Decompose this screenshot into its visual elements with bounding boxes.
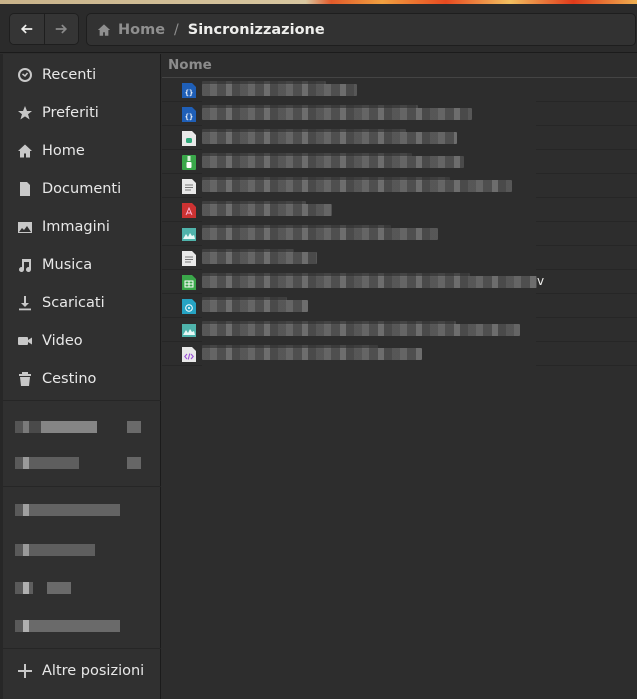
code-file-icon	[182, 347, 196, 362]
file-row[interactable]	[162, 222, 637, 246]
sidebar-item-label: Altre posizioni	[42, 663, 145, 679]
database-file-icon	[182, 131, 196, 146]
header-bar: Home / Sincronizzazione	[0, 4, 637, 53]
file-row[interactable]	[162, 198, 637, 222]
sidebar-item-musica[interactable]: Musica	[3, 246, 161, 284]
star-icon	[17, 105, 33, 121]
breadcrumb-home[interactable]: Home	[97, 22, 165, 38]
sidebar-separator	[3, 648, 161, 649]
sidebar-item-label: Documenti	[42, 181, 122, 197]
column-header-label: Nome	[168, 57, 212, 73]
home-icon	[17, 143, 33, 159]
sidebar-separator	[3, 400, 161, 401]
file-name-redacted	[202, 204, 332, 216]
music-icon	[17, 257, 33, 273]
svg-text:{}: {}	[185, 89, 193, 97]
sidebar-item-label: Preferiti	[42, 105, 99, 121]
file-name-redacted	[202, 300, 308, 312]
sidebar-item-label: Video	[42, 333, 83, 349]
breadcrumb: Home / Sincronizzazione	[86, 13, 636, 46]
image-icon	[17, 219, 33, 235]
sidebar-bookmark-redacted[interactable]	[15, 582, 71, 594]
file-name-redacted	[202, 156, 464, 168]
file-row[interactable]	[162, 246, 637, 270]
disc-file-icon	[182, 299, 196, 314]
breadcrumb-home-label: Home	[118, 21, 166, 38]
archive-file-icon	[182, 155, 196, 170]
breadcrumb-separator: /	[174, 21, 179, 38]
sidebar-separator	[3, 486, 161, 487]
navigation-buttons	[9, 13, 79, 45]
sidebar-item-label: Musica	[42, 257, 93, 273]
file-row[interactable]: v	[162, 270, 637, 294]
sidebar-item-label: Cestino	[42, 371, 97, 387]
file-name-redacted	[202, 324, 520, 336]
arrow-right-icon	[56, 24, 68, 34]
file-name-redacted	[202, 276, 537, 288]
sidebar-item-home[interactable]: Home	[3, 132, 161, 170]
back-button[interactable]	[10, 14, 44, 44]
file-name-redacted	[202, 108, 472, 120]
row-separator	[536, 365, 637, 366]
row-separator	[162, 365, 202, 366]
file-name-redacted	[202, 228, 438, 240]
sidebar-item-altre-posizioni[interactable]: Altre posizioni	[3, 652, 161, 690]
sidebar-bookmark-redacted[interactable]	[15, 544, 95, 556]
sidebar-bookmark-redacted[interactable]	[15, 620, 120, 632]
file-name-redacted	[202, 180, 512, 192]
file-row[interactable]	[162, 294, 637, 318]
file-name-redacted	[202, 348, 422, 360]
document-icon	[17, 181, 33, 197]
sidebar-item-video[interactable]: Video	[3, 322, 161, 360]
text-file-icon	[182, 179, 196, 194]
sidebar: Recenti Preferiti Home Documenti Immagin…	[0, 54, 161, 699]
json-file-icon: {}	[182, 107, 196, 122]
file-list-view: Nome {} {} v	[162, 54, 637, 699]
trash-icon	[17, 371, 33, 387]
breadcrumb-current-label: Sincronizzazione	[187, 21, 325, 38]
spreadsheet-file-icon	[182, 275, 196, 290]
sidebar-bookmark-redacted[interactable]	[15, 504, 120, 516]
file-name-tail: v	[537, 274, 545, 288]
file-name-redacted	[202, 84, 357, 96]
json-file-icon: {}	[182, 83, 196, 98]
file-row[interactable]	[162, 342, 637, 366]
sidebar-item-documenti[interactable]: Documenti	[3, 170, 161, 208]
image-file-icon	[182, 323, 196, 338]
sidebar-item-label: Recenti	[42, 67, 97, 83]
sidebar-device-redacted[interactable]	[15, 457, 141, 469]
file-name-redacted	[202, 132, 457, 144]
sidebar-item-immagini[interactable]: Immagini	[3, 208, 161, 246]
file-row[interactable]	[162, 150, 637, 174]
file-row[interactable]	[162, 174, 637, 198]
sidebar-item-cestino[interactable]: Cestino	[3, 360, 161, 398]
download-icon	[17, 295, 33, 311]
sidebar-item-scaricati[interactable]: Scaricati	[3, 284, 161, 322]
sidebar-item-label: Home	[42, 143, 85, 159]
plus-icon	[17, 663, 33, 679]
forward-button[interactable]	[43, 14, 78, 44]
file-row[interactable]: {}	[162, 78, 637, 102]
sidebar-item-preferiti[interactable]: Preferiti	[3, 94, 161, 132]
file-row[interactable]	[162, 318, 637, 342]
file-row[interactable]	[162, 126, 637, 150]
pdf-file-icon	[182, 203, 196, 218]
sidebar-item-label: Immagini	[42, 219, 110, 235]
text-file-icon	[182, 251, 196, 266]
file-row[interactable]: {}	[162, 102, 637, 126]
home-icon	[97, 23, 111, 36]
image-file-icon	[182, 227, 196, 242]
arrow-left-icon	[20, 24, 33, 34]
svg-text:{}: {}	[185, 113, 193, 121]
column-header-name[interactable]: Nome	[162, 54, 637, 78]
sidebar-device-redacted[interactable]	[15, 421, 141, 433]
video-icon	[17, 333, 33, 349]
breadcrumb-current[interactable]: Sincronizzazione	[188, 22, 325, 38]
file-name-redacted	[202, 252, 317, 264]
sidebar-item-recenti[interactable]: Recenti	[3, 56, 161, 94]
clock-icon	[17, 67, 33, 83]
sidebar-item-label: Scaricati	[42, 295, 105, 311]
